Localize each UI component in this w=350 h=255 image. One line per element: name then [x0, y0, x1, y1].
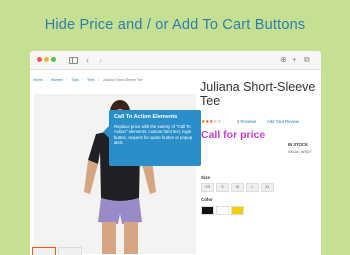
download-icon[interactable]: ⊕ [280, 55, 287, 65]
tabs-overview-icon[interactable]: ⧉ [304, 55, 310, 65]
sku: SKU#: WS07 [288, 149, 312, 154]
browser-toolbar: ‹ › ⊕ + ⧉ [30, 51, 321, 70]
tooltip-body: Replace price with the variety of "Call … [114, 124, 193, 146]
headline: Hide Price and / or Add To Cart Buttons [44, 17, 306, 33]
color-label: Color [201, 197, 213, 202]
breadcrumb: Home › Women › Tops › Tees › Juliana Short-S… [33, 78, 143, 82]
rating-stars: ★★★★★ [201, 119, 221, 125]
size-option-xs[interactable]: XS [201, 183, 214, 192]
minimize-window-button[interactable] [44, 57, 49, 62]
stock-status: IN STOCK [288, 142, 308, 147]
call-for-price-button[interactable]: Call for price [201, 129, 265, 141]
size-option-l[interactable]: L [246, 183, 259, 192]
color-option-black[interactable] [201, 206, 214, 215]
breadcrumb-women[interactable]: Women [51, 78, 63, 82]
breadcrumb-tops[interactable]: Tops [71, 78, 79, 82]
breadcrumb-tees[interactable]: Tees [87, 78, 95, 82]
size-option-s[interactable]: S [216, 183, 229, 192]
forward-icon[interactable]: › [99, 54, 102, 66]
breadcrumb-home[interactable]: Home [33, 78, 43, 82]
maximize-window-button[interactable] [51, 57, 56, 62]
size-option-xl[interactable]: XL [261, 183, 274, 192]
size-option-m[interactable]: M [231, 183, 244, 192]
reviews-link[interactable]: 2 Reviews [237, 119, 256, 124]
color-option-yellow[interactable] [231, 206, 244, 215]
star-empty-icon: ★ [216, 119, 221, 125]
call-to-action-tooltip: Call To Action Elements Replace price wi… [103, 110, 201, 166]
new-tab-icon[interactable]: + [292, 55, 297, 65]
thumbnail-2[interactable] [58, 247, 82, 255]
tooltip-title: Call To Action Elements [114, 114, 178, 120]
close-window-button[interactable] [37, 57, 42, 62]
thumbnail-1[interactable] [32, 247, 56, 255]
sidebar-toggle-icon[interactable] [69, 57, 78, 64]
back-icon[interactable]: ‹ [86, 54, 89, 66]
size-label: Size [201, 175, 211, 180]
browser-window: ‹ › ⊕ + ⧉ Home › Women › Tops › Tees › Julia… [30, 51, 321, 255]
breadcrumb-current: Juliana Short-Sleeve Tee [102, 78, 143, 82]
color-option-white[interactable] [216, 206, 229, 215]
add-review-link[interactable]: Add Your Review [267, 119, 299, 124]
product-title: Juliana Short-Sleeve Tee [200, 80, 316, 108]
